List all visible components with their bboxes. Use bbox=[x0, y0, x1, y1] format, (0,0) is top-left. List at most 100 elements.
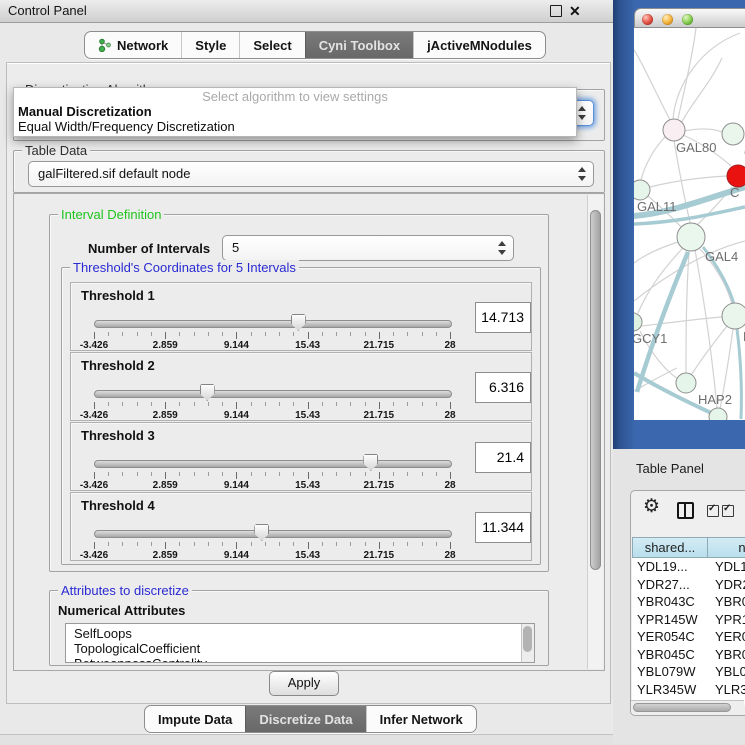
list-scrollbar-thumb[interactable] bbox=[523, 626, 532, 652]
combobox-stepper-icon[interactable] bbox=[576, 101, 588, 125]
slider-track[interactable] bbox=[94, 460, 452, 468]
network-node[interactable] bbox=[709, 408, 727, 420]
cyni-toolbox-panel: Discretization Algorithm Select algorith… bbox=[6, 62, 611, 704]
zoom-traffic-light-icon[interactable] bbox=[682, 14, 693, 25]
tab-label: Style bbox=[195, 38, 226, 53]
attribute-list-item[interactable]: TopologicalCoefficient bbox=[66, 641, 534, 656]
minimize-traffic-light-icon[interactable] bbox=[662, 14, 673, 25]
cell-name: YDL1 bbox=[715, 559, 745, 574]
network-canvas[interactable]: GAL80GCGAL11GAL4GCY1HHAP2 bbox=[634, 28, 745, 420]
threshold-slider[interactable]: -3.4262.8599.14415.4321.71528 bbox=[94, 311, 450, 349]
network-node-gal80[interactable] bbox=[663, 119, 685, 141]
table-row[interactable]: YBR045CYBR0 bbox=[632, 646, 745, 664]
slider-track[interactable] bbox=[94, 530, 452, 538]
tab-cyni-toolbox[interactable]: Cyni Toolbox bbox=[305, 32, 413, 58]
horizontal-scrollbar-thumb[interactable] bbox=[633, 703, 731, 712]
tab-infer-network[interactable]: Infer Network bbox=[366, 706, 476, 732]
network-node-h[interactable] bbox=[722, 303, 745, 329]
network-edge bbox=[641, 136, 666, 180]
settings-scroll-pane: Interval Definition Number of Intervals … bbox=[13, 193, 605, 671]
tab-network[interactable]: Network bbox=[85, 32, 181, 58]
threshold-label: Threshold 3 bbox=[81, 428, 155, 443]
network-edge bbox=[686, 251, 689, 373]
node-label: C bbox=[730, 185, 739, 200]
network-node-gal11[interactable] bbox=[634, 180, 650, 200]
network-node-gal4[interactable] bbox=[677, 223, 705, 251]
number-of-intervals-combobox[interactable]: 5 bbox=[222, 235, 514, 261]
float-window-icon[interactable] bbox=[550, 5, 562, 17]
network-edge bbox=[634, 50, 670, 120]
slider-thumb[interactable] bbox=[363, 454, 378, 471]
table-row[interactable]: YLR345WYLR3 bbox=[632, 681, 745, 699]
checkbox-icon[interactable] bbox=[722, 505, 734, 517]
top-tab-bar: Network Style Select Cyni Toolbox jActiveMNo… bbox=[84, 31, 546, 59]
number-of-intervals-value: 5 bbox=[232, 240, 239, 255]
tab-select[interactable]: Select bbox=[239, 32, 304, 58]
network-node-g[interactable] bbox=[722, 123, 744, 145]
network-edge bbox=[634, 242, 678, 263]
checkbox-icon[interactable] bbox=[707, 505, 719, 517]
apply-button[interactable]: Apply bbox=[269, 671, 339, 696]
slider-thumb[interactable] bbox=[200, 384, 215, 401]
table-header-row: shared... n bbox=[632, 537, 745, 558]
network-node-c[interactable] bbox=[727, 165, 745, 187]
dropdown-option[interactable]: Equal Width/Frequency Discretization bbox=[14, 119, 576, 134]
network-icon bbox=[98, 38, 111, 52]
threshold-value-field[interactable]: 6.316 bbox=[475, 372, 531, 403]
attribute-list-item[interactable]: BetweennessCentrality bbox=[66, 656, 534, 663]
column-header-name[interactable]: n bbox=[707, 537, 745, 558]
table-row[interactable]: YPR145WYPR1 bbox=[632, 611, 745, 629]
table-row[interactable]: YBR043CYBR0 bbox=[632, 593, 745, 611]
network-window-titlebar[interactable] bbox=[634, 8, 745, 28]
threshold-value-field[interactable]: 14.713 bbox=[475, 302, 531, 333]
slider-ticks bbox=[94, 402, 450, 410]
vertical-scrollbar-thumb[interactable] bbox=[590, 210, 601, 570]
list-scrollbar[interactable] bbox=[521, 624, 534, 662]
control-panel-window: Control Panel ✕ Network Style Select Cyni T… bbox=[0, 0, 613, 735]
dropdown-option[interactable]: Manual Discretization bbox=[14, 104, 576, 119]
combobox-stepper-icon[interactable] bbox=[576, 162, 588, 186]
tab-jactivemnodules[interactable]: jActiveMNodules bbox=[413, 32, 545, 58]
tab-label: Network bbox=[117, 38, 168, 53]
threshold-slider[interactable]: -3.4262.8599.14415.4321.71528 bbox=[94, 451, 450, 489]
horizontal-scrollbar[interactable] bbox=[631, 700, 744, 714]
slider-thumb[interactable] bbox=[254, 524, 269, 541]
tab-impute-data[interactable]: Impute Data bbox=[145, 706, 245, 732]
vertical-scrollbar[interactable] bbox=[587, 195, 603, 669]
combobox-stepper-icon[interactable] bbox=[496, 236, 508, 260]
tab-label: Impute Data bbox=[158, 712, 232, 727]
slider-ticks bbox=[94, 332, 450, 340]
table-row[interactable]: YBL079WYBL0 bbox=[632, 663, 745, 681]
slider-tick-labels: -3.4262.8599.14415.4321.71528 bbox=[94, 340, 450, 351]
network-node-hap2[interactable] bbox=[676, 373, 696, 393]
slider-thumb[interactable] bbox=[291, 314, 306, 331]
control-panel-titlebar: Control Panel ✕ bbox=[0, 0, 613, 23]
column-header-shared-name[interactable]: shared... bbox=[632, 537, 708, 558]
slider-track[interactable] bbox=[94, 320, 452, 328]
tab-label: Select bbox=[253, 38, 291, 53]
slider-track[interactable] bbox=[94, 390, 452, 398]
tab-style[interactable]: Style bbox=[181, 32, 239, 58]
close-traffic-light-icon[interactable] bbox=[642, 14, 653, 25]
table-row[interactable]: YER054CYER0 bbox=[632, 628, 745, 646]
gear-icon[interactable]: ⚙ bbox=[643, 497, 660, 517]
column-selector-icon[interactable] bbox=[677, 502, 694, 519]
attribute-list-item[interactable]: SelfLoops bbox=[66, 624, 534, 641]
tab-discretize-data[interactable]: Discretize Data bbox=[245, 706, 365, 732]
threshold-value-field[interactable]: 21.4 bbox=[475, 442, 531, 473]
table-data-group: Table Data galFiltered.sif default node bbox=[13, 150, 605, 193]
network-edge bbox=[637, 252, 688, 392]
close-icon[interactable]: ✕ bbox=[569, 2, 581, 20]
numerical-attributes-list[interactable]: SelfLoopsTopologicalCoefficientBetweenne… bbox=[65, 623, 535, 663]
cell-shared-name: YER054C bbox=[637, 629, 695, 644]
cell-shared-name: YBL079W bbox=[637, 664, 696, 679]
threshold-slider[interactable]: -3.4262.8599.14415.4321.71528 bbox=[94, 381, 450, 419]
network-node-gcy1[interactable] bbox=[634, 313, 642, 331]
table-row[interactable]: YDR27...YDR2 bbox=[632, 576, 745, 594]
table-row[interactable]: YDL19...YDL1 bbox=[632, 558, 745, 576]
network-edge bbox=[642, 317, 722, 326]
threshold-slider[interactable]: -3.4262.8599.14415.4321.71528 bbox=[94, 521, 450, 559]
tab-label: jActiveMNodules bbox=[427, 38, 532, 53]
table-data-combobox[interactable]: galFiltered.sif default node bbox=[28, 161, 594, 187]
threshold-value-field[interactable]: 11.344 bbox=[475, 512, 531, 543]
